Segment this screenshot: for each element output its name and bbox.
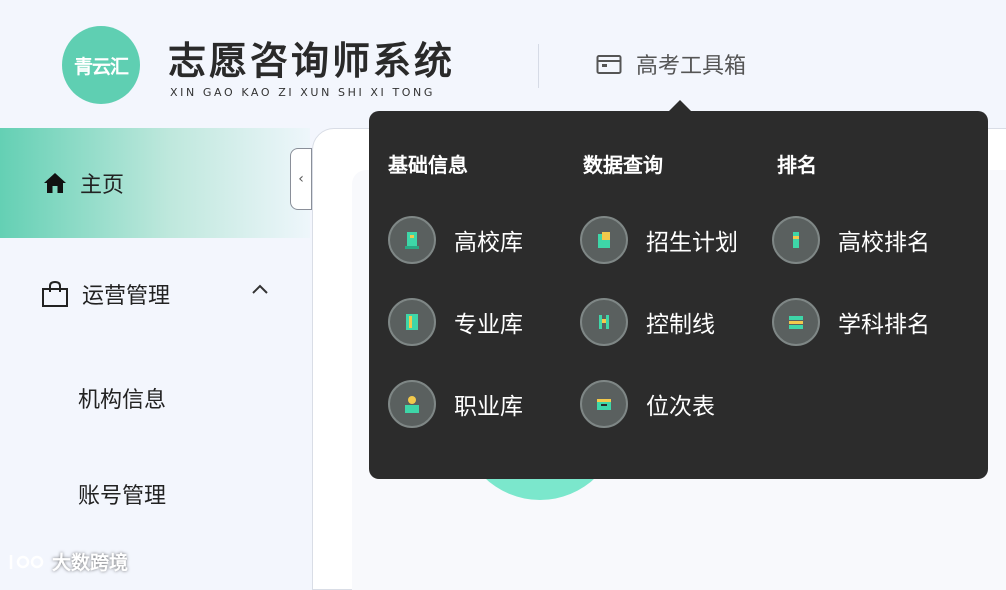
menu-item-subject-ranking[interactable]: 学科排名 xyxy=(772,298,930,346)
chevron-up-icon[interactable] xyxy=(250,282,270,296)
book-icon xyxy=(388,298,436,346)
shopping-bag-icon xyxy=(42,280,68,307)
logo: 青云汇 xyxy=(62,26,140,104)
menu-item-control-line[interactable]: 控制线 xyxy=(580,298,715,346)
menu-item-university-ranking[interactable]: 高校排名 xyxy=(772,216,930,264)
watermark-logo-icon xyxy=(9,554,44,569)
sidebar-item-ops[interactable]: 运营管理 xyxy=(0,266,310,322)
menu-item-label: 位次表 xyxy=(646,394,715,420)
column-heading-query: 数据查询 xyxy=(583,153,663,177)
person-icon xyxy=(388,380,436,428)
sidebar-subitem-account[interactable]: 账号管理 xyxy=(78,478,166,510)
menu-item-label: 招生计划 xyxy=(646,230,738,256)
watermark: 大数跨境 xyxy=(8,548,128,575)
menu-item-label: 控制线 xyxy=(646,312,715,338)
layers-icon xyxy=(772,298,820,346)
tools-menu-label: 高考工具箱 xyxy=(636,54,747,79)
tools-menu-button[interactable]: 高考工具箱 xyxy=(596,48,746,80)
sidebar-subitem-org[interactable]: 机构信息 xyxy=(78,382,166,414)
chevron-left-icon: ‹ xyxy=(298,171,304,187)
document-icon xyxy=(580,216,628,264)
home-icon xyxy=(44,173,66,193)
sidebar-item-home[interactable]: 主页 xyxy=(0,128,310,238)
logo-text: 青云汇 xyxy=(73,55,129,78)
collapse-sidebar-button[interactable]: ‹ xyxy=(290,148,312,210)
column-heading-basic: 基础信息 xyxy=(388,153,468,177)
menu-item-major-db[interactable]: 专业库 xyxy=(388,298,523,346)
menu-item-university-db[interactable]: 高校库 xyxy=(388,216,523,264)
table-icon xyxy=(580,380,628,428)
sidebar: 主页 运营管理 机构信息 账号管理 xyxy=(0,128,310,580)
header-divider xyxy=(538,44,539,88)
menu-item-label: 学科排名 xyxy=(838,312,930,338)
tools-dropdown: 基础信息 数据查询 排名 高校库 专业库 职业库 招生计划 控制线 位次表 高校… xyxy=(369,111,988,479)
menu-item-label: 高校排名 xyxy=(838,230,930,256)
building-icon xyxy=(388,216,436,264)
app-subtitle: XIN GAO KAO ZI XUN SHI XI TONG xyxy=(170,86,436,99)
sidebar-item-ops-label: 运营管理 xyxy=(82,284,171,309)
app-title: 志愿咨询师系统 xyxy=(168,39,456,83)
watermark-text: 大数跨境 xyxy=(52,552,129,574)
menu-item-enrollment-plan[interactable]: 招生计划 xyxy=(580,216,738,264)
menu-item-label: 高校库 xyxy=(454,230,523,256)
sidebar-item-home-label: 主页 xyxy=(80,173,125,198)
app-header: 青云汇 志愿咨询师系统 XIN GAO KAO ZI XUN SHI XI TO… xyxy=(0,0,1006,128)
bars-icon xyxy=(580,298,628,346)
menu-item-career-db[interactable]: 职业库 xyxy=(388,380,523,428)
menu-item-rank-table[interactable]: 位次表 xyxy=(580,380,715,428)
menu-item-label: 专业库 xyxy=(454,312,523,338)
calendar-icon xyxy=(596,55,622,74)
trophy-icon xyxy=(772,216,820,264)
column-heading-ranking: 排名 xyxy=(777,153,817,177)
menu-item-label: 职业库 xyxy=(454,394,523,420)
